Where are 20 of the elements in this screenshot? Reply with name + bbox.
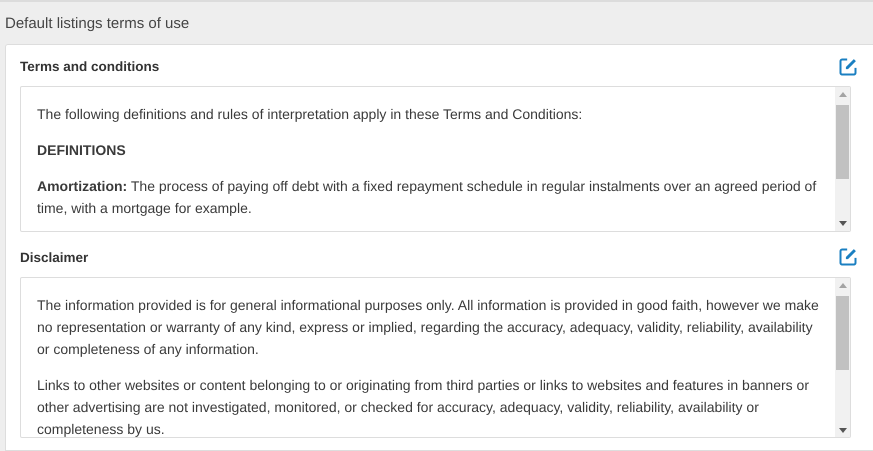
section-title: Terms and conditions: [20, 59, 160, 74]
paragraph-text: Amortization: The process of paying off debt with a fixed repayment schedule in regular instalments over an agreed period of time, with a mortgage for example.: [37, 177, 818, 218]
text-box[interactable]: [20, 277, 851, 438]
edit-button[interactable]: [837, 246, 859, 268]
edit-icon: [838, 56, 858, 77]
paragraph-text: Links to other websites or content belonging to or originating from third parties or links to websites and features in banners or other advertising are not investigated, monitored, or checked for accuracy, adequacy, validity, reliability, availability or completeness by us.: [37, 376, 810, 438]
paragraph-text: The following definitions and rules of interpretation apply in these Terms and Conditions:: [37, 105, 584, 124]
scrollbar[interactable]: [835, 87, 850, 231]
scrollbar[interactable]: [835, 278, 850, 438]
edit-button[interactable]: [837, 56, 859, 78]
scroll-down-icon[interactable]: [838, 221, 846, 226]
scroll-up-icon[interactable]: [838, 92, 846, 97]
page-title: Default listings terms of use: [5, 14, 190, 32]
scroll-down-icon[interactable]: [838, 428, 846, 433]
section-title: Disclaimer: [20, 250, 88, 265]
text-box[interactable]: [20, 86, 851, 232]
edit-icon: [838, 247, 858, 268]
paragraph-text: The information provided is for general informational purposes only. All information is provided in good faith, however we make no representation or warranty of any kind, express or implied, regarding the accuracy, adequacy, validity, reliability, availability or completeness of any information.: [37, 296, 820, 360]
scroll-up-icon[interactable]: [838, 282, 846, 288]
heading-text: DEFINITIONS: [37, 141, 127, 160]
